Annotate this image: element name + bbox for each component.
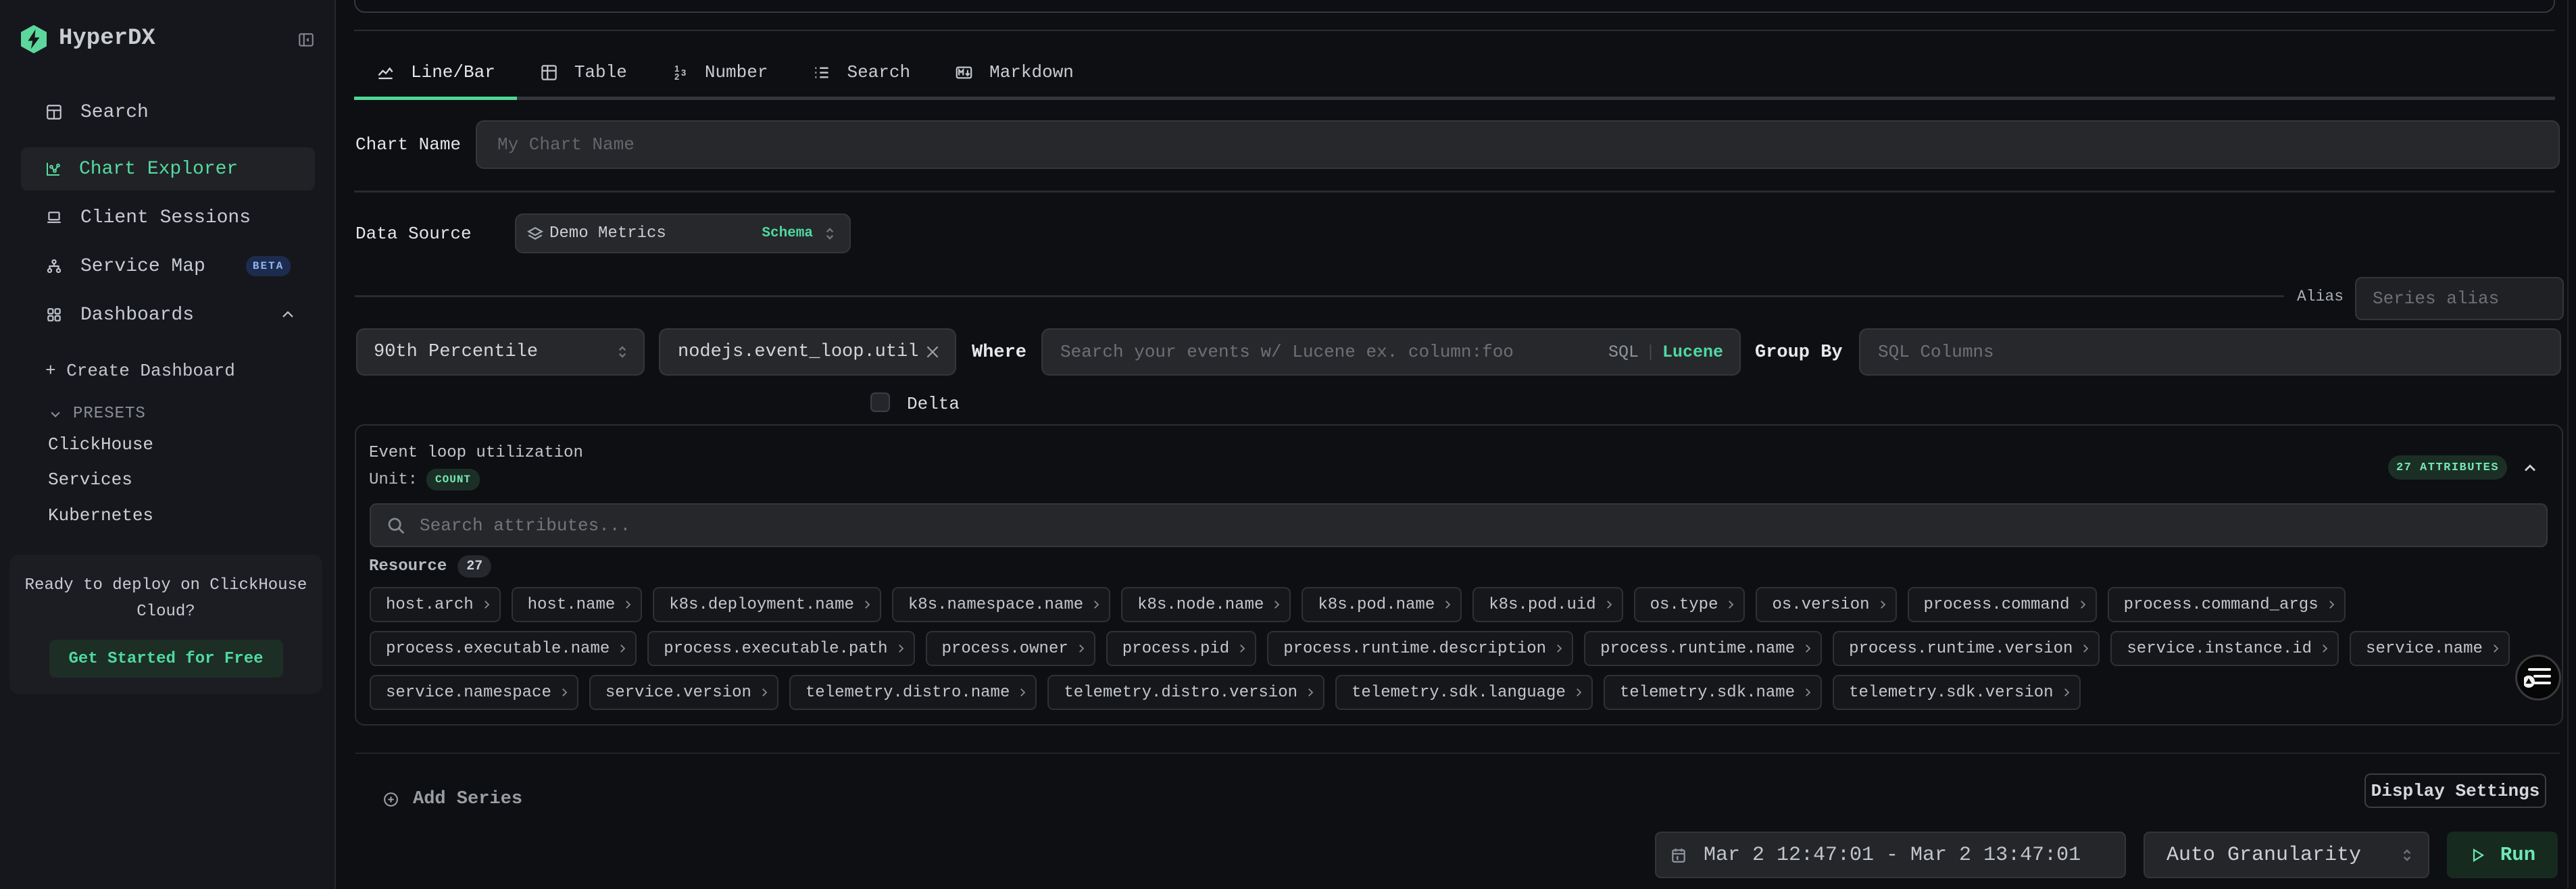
svg-text:3: 3 [681, 68, 686, 78]
svg-text:2: 2 [674, 72, 679, 82]
